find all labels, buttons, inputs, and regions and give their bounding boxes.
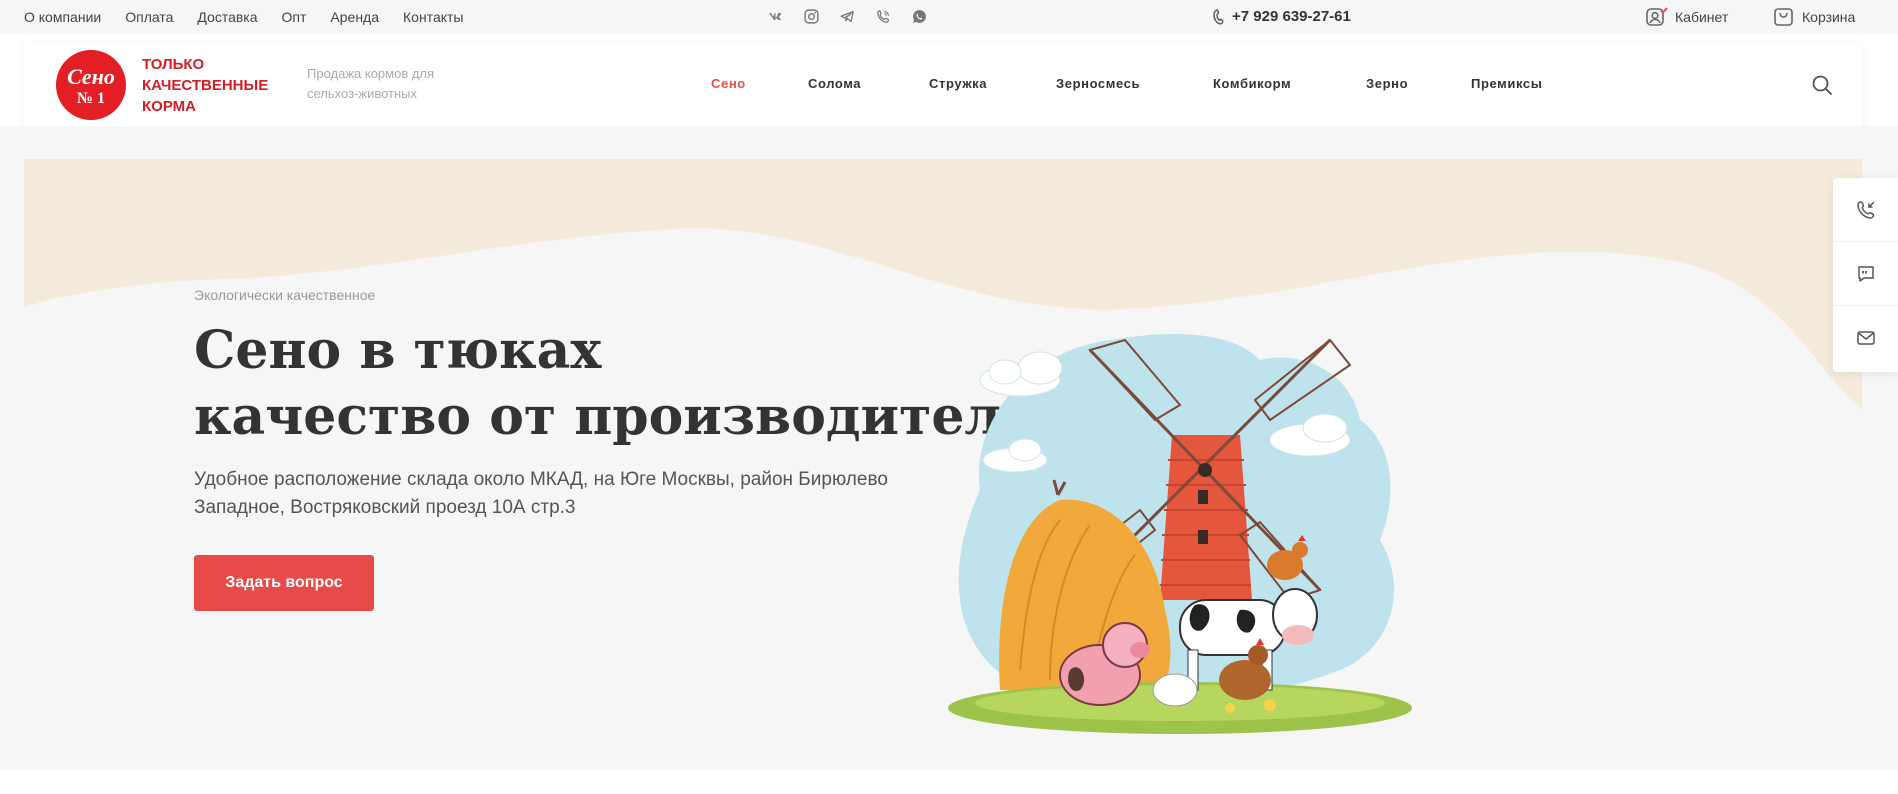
cart-bag-icon xyxy=(1774,8,1793,26)
tagline: Продажа кормов для сельхоз-животных xyxy=(307,66,435,101)
nav-item-shavings[interactable]: Стружка xyxy=(929,76,1056,91)
topnav-item-about[interactable]: О компании xyxy=(24,9,101,25)
nav-item-premixes[interactable]: Премиксы xyxy=(1471,76,1542,91)
topnav-item-contacts[interactable]: Контакты xyxy=(403,9,463,25)
top-bar: О компании Оплата Доставка Опт Аренда Ко… xyxy=(0,0,1898,34)
cart-link[interactable]: Корзина xyxy=(1774,7,1855,26)
nav-item-hay[interactable]: Сено xyxy=(711,76,808,91)
mail-button[interactable] xyxy=(1833,306,1898,370)
ask-question-button[interactable]: Задать вопрос xyxy=(194,555,374,611)
hero-description: Удобное расположение склада около МКАД, … xyxy=(194,469,888,518)
telegram-icon[interactable] xyxy=(839,8,856,25)
chat-icon xyxy=(1857,265,1874,282)
side-contact-widget xyxy=(1833,178,1898,372)
social-links xyxy=(767,8,928,25)
hero-eyebrow: Экологически качественное xyxy=(194,287,376,303)
farm-illustration xyxy=(948,334,1412,734)
whatsapp-icon[interactable] xyxy=(911,8,928,25)
nav-item-compound-feed[interactable]: Комбикорм xyxy=(1213,76,1366,91)
instagram-icon[interactable] xyxy=(803,8,820,25)
phone-link[interactable]: +7 929 639-27-61 xyxy=(1213,8,1351,25)
viber-icon[interactable] xyxy=(875,8,892,25)
cabinet-link[interactable]: Кабинет xyxy=(1646,7,1728,27)
chat-button[interactable] xyxy=(1833,242,1898,306)
cabinet-label: Кабинет xyxy=(1675,9,1729,25)
logo-text-main: Сено xyxy=(67,64,115,89)
phone-number: +7 929 639-27-61 xyxy=(1232,8,1351,25)
user-check-icon xyxy=(1646,7,1668,26)
main-header: Сено № 1 Только качественные корма Прода… xyxy=(24,42,1862,126)
main-nav: Сено Солома Стружка Зерносмесь Комбикорм… xyxy=(711,76,1542,91)
nav-item-grain[interactable]: Зерно xyxy=(1366,76,1471,91)
search-icon[interactable] xyxy=(1811,74,1833,96)
slogan: Только качественные корма xyxy=(142,56,269,115)
top-nav: О компании Оплата Доставка Опт Аренда Ко… xyxy=(24,9,464,25)
nav-item-grain-mix[interactable]: Зерносмесь xyxy=(1056,76,1213,91)
topnav-item-rent[interactable]: Аренда xyxy=(330,9,379,25)
topnav-item-delivery[interactable]: Доставка xyxy=(197,9,257,25)
logo[interactable]: Сено № 1 xyxy=(56,50,126,120)
mail-icon xyxy=(1856,331,1875,345)
callback-button[interactable] xyxy=(1833,178,1898,242)
topnav-item-payment[interactable]: Оплата xyxy=(125,9,173,25)
logo-text-number: № 1 xyxy=(76,90,106,107)
vk-icon[interactable] xyxy=(767,8,784,25)
nav-item-straw[interactable]: Солома xyxy=(808,76,929,91)
phone-icon xyxy=(1213,8,1224,25)
callback-icon xyxy=(1856,200,1875,219)
cart-label: Корзина xyxy=(1802,8,1856,25)
topnav-item-wholesale[interactable]: Опт xyxy=(282,9,307,25)
